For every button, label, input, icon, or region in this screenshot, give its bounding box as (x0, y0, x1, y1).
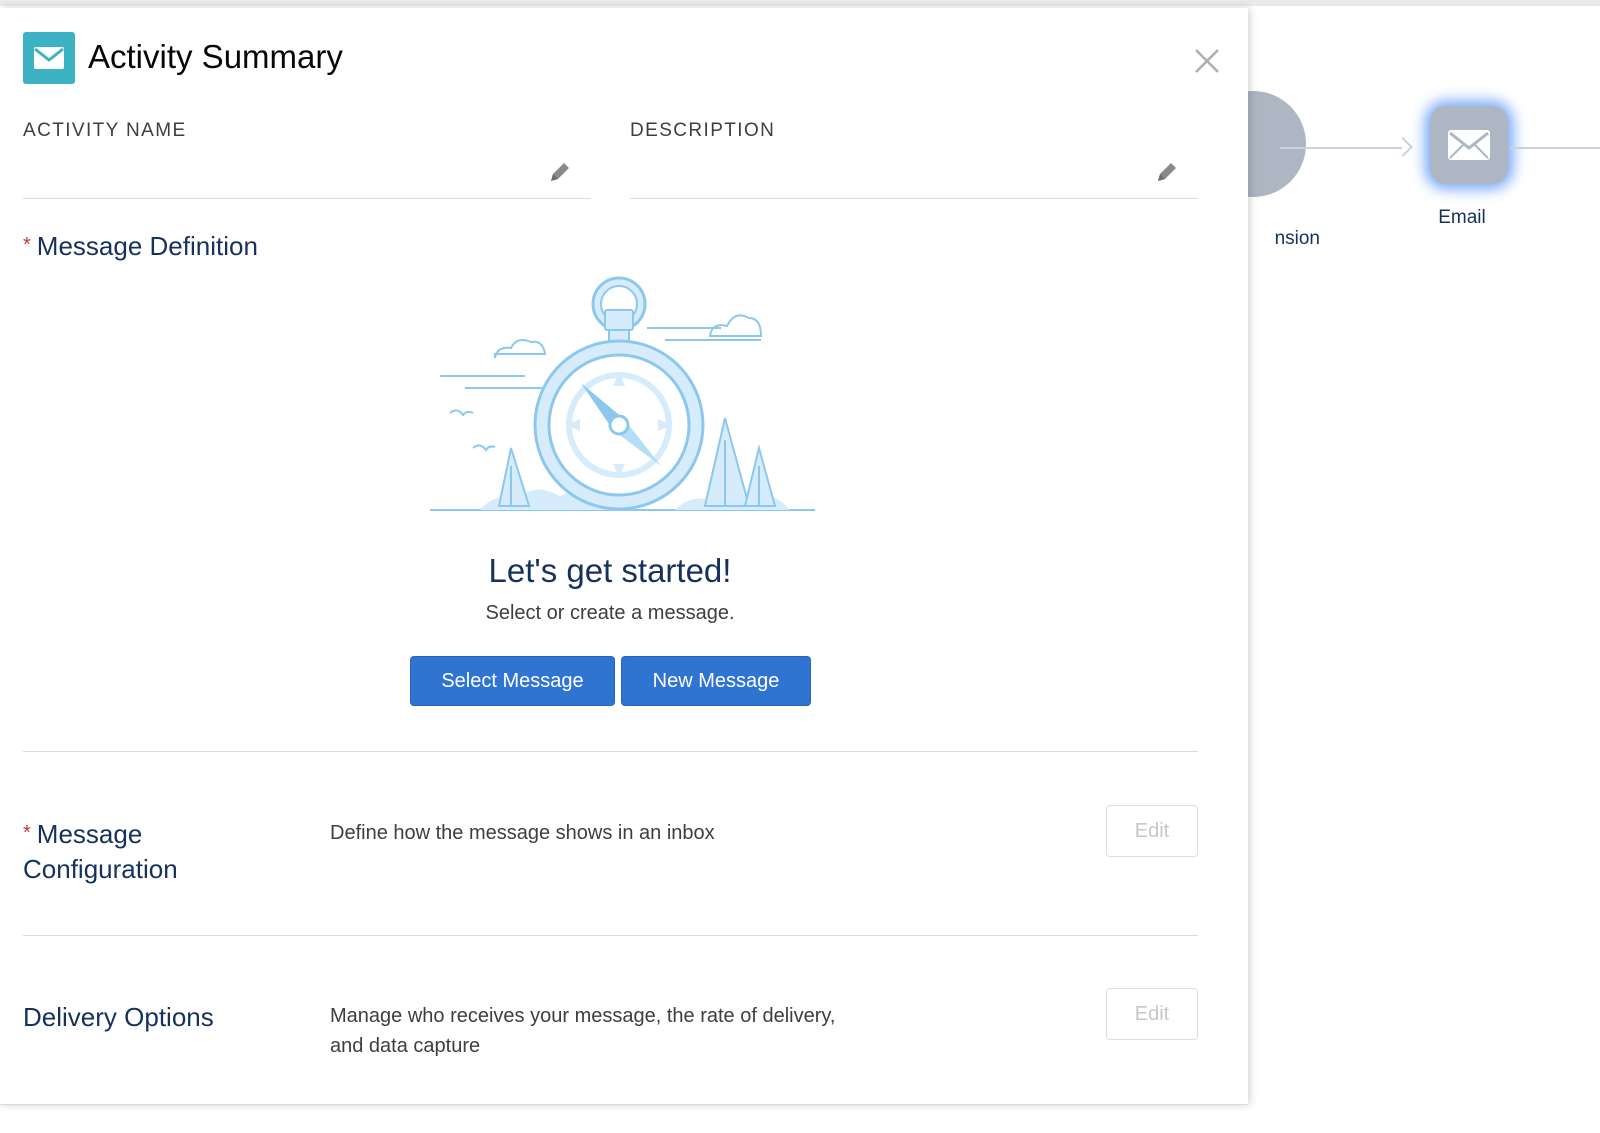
edit-description-pencil-icon[interactable] (1155, 160, 1179, 184)
required-marker: * (23, 822, 31, 844)
section-divider (23, 935, 1198, 936)
compass-illustration (430, 276, 815, 511)
message-definition-title-text: Message Definition (36, 231, 258, 261)
delivery-options-description: Manage who receives your message, the ra… (330, 1001, 930, 1061)
message-configuration-title-line2: Configuration (23, 854, 178, 884)
connector-arrow-icon (1393, 137, 1413, 157)
section-divider (23, 751, 1198, 752)
message-configuration-title-line1: Message (36, 819, 143, 849)
message-configuration-description: Define how the message shows in an inbox (330, 822, 715, 844)
hero-subtitle: Select or create a message. (485, 602, 735, 624)
activity-summary-panel: Activity Summary ACTIVITY NAME DESCRIPTI… (0, 8, 1248, 1105)
message-definition-title: * Message Definition (23, 230, 258, 265)
delivery-options-description-line2: and data capture (330, 1035, 481, 1057)
canvas-connector-line (1280, 147, 1402, 149)
activity-name-field[interactable] (23, 198, 591, 199)
delivery-options-edit-button[interactable]: Edit (1106, 988, 1198, 1040)
delivery-options-description-line1: Manage who receives your message, the ra… (330, 1005, 836, 1027)
required-marker: * (23, 234, 31, 256)
canvas-connector-line-right (1510, 147, 1600, 149)
activity-name-label: ACTIVITY NAME (23, 120, 187, 141)
canvas-top-border (0, 0, 1600, 6)
email-node-envelope-icon (1448, 130, 1490, 160)
description-label: DESCRIPTION (630, 120, 776, 141)
close-button[interactable] (1190, 44, 1224, 78)
edit-activity-name-pencil-icon[interactable] (548, 160, 572, 184)
panel-title: Activity Summary (88, 38, 343, 75)
canvas-email-node[interactable] (1430, 106, 1508, 184)
email-icon (23, 32, 75, 84)
message-configuration-title: * Message Configuration (23, 818, 178, 885)
new-message-button[interactable]: New Message (621, 656, 811, 706)
description-field[interactable] (630, 198, 1198, 199)
select-message-button[interactable]: Select Message (410, 656, 615, 706)
close-icon (1195, 49, 1219, 73)
hero-title: Let's get started! (488, 552, 732, 589)
delivery-options-title: Delivery Options (23, 1002, 214, 1032)
message-configuration-edit-button[interactable]: Edit (1106, 805, 1198, 857)
canvas-email-node-label: Email (1438, 207, 1486, 228)
